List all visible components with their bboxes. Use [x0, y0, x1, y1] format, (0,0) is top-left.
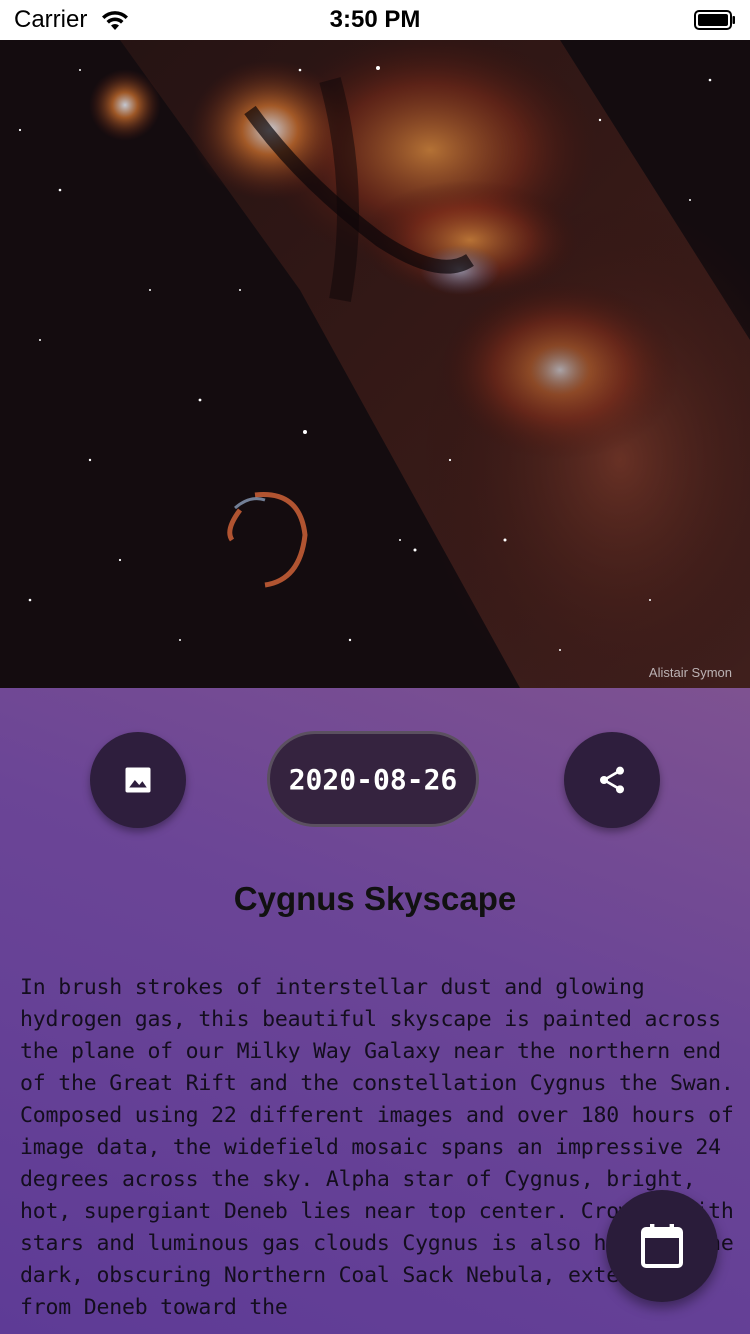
image-icon [125, 767, 151, 793]
nebula-picture [0, 40, 750, 688]
apod-image[interactable]: Alistair Symon [0, 40, 750, 688]
calendar-button[interactable] [606, 1190, 718, 1302]
share-icon [600, 766, 624, 794]
apod-title: Cygnus Skyscape [233, 880, 517, 917]
photo-credit: Alistair Symon [648, 665, 732, 680]
details-panel: 2020-08-26 Cygnus Skyscape In brush stro… [0, 688, 750, 1334]
battery-icon [694, 10, 735, 30]
date-button[interactable]: 2020-08-26 [267, 731, 479, 827]
date-label: 2020-08-26 [288, 762, 458, 796]
calendar-icon [641, 1224, 683, 1268]
status-bar: Carrier 3:50 PM [0, 0, 750, 40]
share-button[interactable] [564, 732, 660, 828]
view-image-button[interactable] [90, 732, 186, 828]
clock: 3:50 PM [329, 6, 421, 33]
